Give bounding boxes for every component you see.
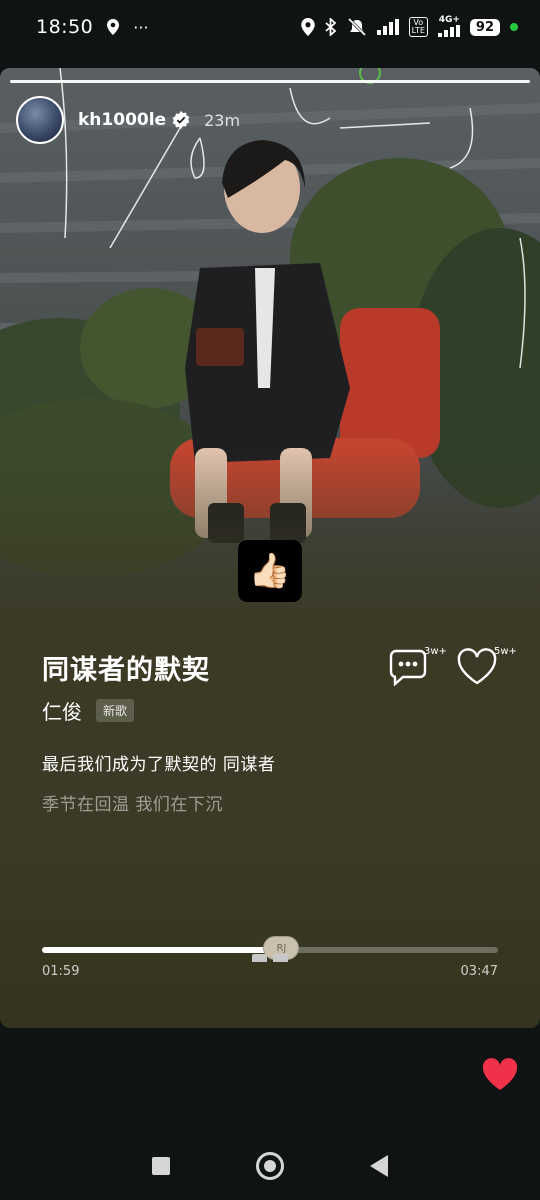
system-navigation-bar [0,1132,540,1200]
location-icon-right [300,18,315,36]
comment-count: 3w+ [424,646,447,657]
avatar[interactable] [16,96,64,144]
like-count: 5w+ [494,646,517,657]
signal-icon [376,19,399,35]
username[interactable]: kh1000le [78,110,166,130]
home-button[interactable] [256,1152,284,1180]
lyric-next: 季节在回温 我们在下沉 [42,795,223,815]
bluetooth-icon [325,18,336,36]
next-story-hint [252,954,288,962]
new-song-tag: 新歌 [96,699,135,722]
playback-progress-fill [42,947,282,953]
status-time: 18:50 [36,16,94,38]
privacy-indicator-dot [510,23,518,31]
status-bar: 18:50 ··· Vo LTE 4G+ 92 [0,0,540,54]
comment-button[interactable]: 3w+ [388,646,447,686]
artist-name[interactable]: 仁俊 [42,696,82,725]
heart-outline-icon [457,648,497,685]
mute-icon [347,18,366,36]
thumbs-up-icon: 👍🏻 [248,551,292,591]
recent-apps-button[interactable] [152,1157,170,1175]
story-header: kh1000le 23m [16,96,240,144]
comment-icon [389,649,427,686]
elapsed-time: 01:59 [42,964,80,979]
story-age: 23m [204,110,241,130]
back-button[interactable] [370,1155,388,1177]
song-title: 同谋者的默契 [42,655,210,686]
lyric-current: 最后我们成为了默契的 同谋者 [42,755,276,775]
battery-indicator: 92 [469,18,500,36]
location-icon [107,19,120,35]
story-card[interactable]: kh1000le 23m 👍🏻 同谋者的默契 3w+ 5w+ 仁俊 新歌 最后我… [0,68,540,1028]
scrubber-label: RJ [276,942,287,954]
signal-icon-2 [437,24,460,37]
thumbs-up-sticker[interactable]: 👍🏻 [238,540,302,602]
volte-badge: Vo LTE [408,17,428,37]
more-notifications-icon: ··· [133,17,149,37]
verified-badge-icon [172,111,190,129]
like-story-heart-icon[interactable] [482,1058,518,1092]
network-indicator: 4G+ [437,15,460,40]
like-button[interactable]: 5w+ [456,646,517,686]
artist-row: 仁俊 新歌 [42,696,135,725]
total-time: 03:47 [460,964,498,979]
story-progress-bar [10,80,530,83]
